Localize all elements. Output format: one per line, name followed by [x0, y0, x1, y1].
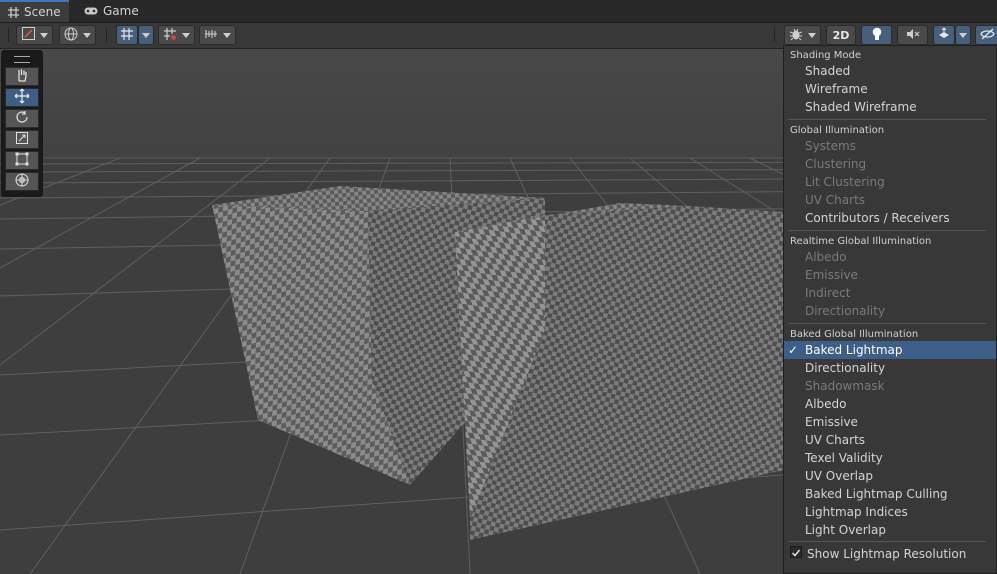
scale-icon	[15, 131, 29, 148]
tool-palette	[1, 50, 43, 197]
snap-increment-icon	[163, 27, 177, 44]
chevron-down-icon	[959, 32, 967, 38]
debug-bug-icon	[789, 27, 803, 44]
toolbar-separator	[774, 28, 775, 42]
menu-item-shadowmask: Shadowmask	[805, 379, 885, 393]
chevron-down-icon	[142, 32, 150, 38]
menu-separator	[788, 323, 986, 324]
menu-item-baked-directionality[interactable]: Directionality	[784, 359, 996, 377]
scene-visibility-toggle[interactable]	[975, 25, 997, 45]
menu-item-baked-albedo[interactable]: Albedo	[784, 395, 996, 413]
rect-transform-icon	[15, 152, 29, 169]
menu-item-baked-lightmap[interactable]: ✓ Baked Lightmap	[784, 341, 996, 359]
checkmark-icon: ✓	[788, 343, 799, 357]
menu-item-shaded-wireframe[interactable]: Shaded Wireframe	[784, 98, 996, 116]
chevron-down-icon	[39, 32, 48, 38]
gamepad-icon	[84, 6, 98, 16]
menu-item-realtime-emissive: Emissive	[805, 268, 858, 282]
menu-item-contributors-receivers[interactable]: Contributors / Receivers	[784, 209, 996, 227]
scene-lighting-toggle[interactable]	[861, 25, 892, 45]
grid-snapping-button[interactable]	[116, 25, 138, 45]
toggle-2d-button[interactable]: 2D	[826, 25, 856, 45]
snap-grid-icon	[120, 27, 134, 44]
chevron-down-icon	[808, 32, 816, 38]
menu-item-lightmap-indices[interactable]: Lightmap Indices	[784, 503, 996, 521]
tab-scene[interactable]: Scene	[0, 0, 69, 22]
menu-item-uv-overlap[interactable]: UV Overlap	[784, 467, 996, 485]
ruler-icon	[204, 28, 218, 43]
chevron-down-icon	[223, 32, 231, 38]
effects-dropdown[interactable]	[955, 25, 971, 45]
lightbulb-icon	[871, 27, 883, 44]
draw-mode-icon	[21, 27, 35, 43]
rotate-icon	[15, 110, 29, 127]
menu-item-wireframe[interactable]: Wireframe	[784, 80, 996, 98]
effects-icon	[937, 26, 951, 44]
chevron-down-icon	[83, 32, 91, 38]
hand-icon	[15, 68, 29, 85]
toolbar-separator	[8, 28, 9, 42]
menu-item-baked-emissive[interactable]: Emissive	[784, 413, 996, 431]
menu-item-baked-lightmap-culling[interactable]: Baked Lightmap Culling	[784, 485, 996, 503]
menu-item-realtime-directionality: Directionality	[805, 304, 886, 318]
menu-item-texel-validity[interactable]: Texel Validity	[784, 449, 996, 467]
menu-item-baked-uv-charts[interactable]: UV Charts	[784, 431, 996, 449]
drag-handle[interactable]	[14, 56, 30, 63]
tab-bar: Scene Game	[0, 0, 997, 23]
menu-separator	[788, 541, 986, 542]
speaker-muted-icon	[906, 28, 920, 43]
menu-item-clustering: Clustering	[805, 157, 867, 171]
rotate-tool-button[interactable]	[5, 109, 39, 128]
section-header-baked-gi: Baked Global Illumination	[790, 329, 919, 340]
draw-mode-dropdown[interactable]	[16, 25, 53, 45]
move-tool-button[interactable]	[5, 88, 39, 107]
section-header-shading-mode: Shading Mode	[790, 50, 862, 61]
effects-toggle[interactable]	[933, 25, 955, 45]
transform-icon	[14, 172, 30, 191]
rect-tool-button[interactable]	[5, 151, 39, 170]
menu-item-realtime-albedo: Albedo	[805, 250, 847, 264]
audio-toggle[interactable]	[897, 25, 928, 45]
move-arrows-icon	[14, 88, 30, 107]
menu-item-realtime-indirect: Indirect	[805, 286, 851, 300]
menu-item-lit-clustering: Lit Clustering	[805, 175, 885, 189]
section-header-global-illumination: Global Illumination	[790, 125, 885, 136]
toggle-2d-label: 2D	[832, 28, 850, 42]
menu-item-uv-charts-gi: UV Charts	[805, 193, 866, 207]
hand-tool-button[interactable]	[5, 67, 39, 86]
menu-item-shaded[interactable]: Shaded	[784, 62, 996, 80]
globe-icon	[64, 27, 78, 44]
toolbar-separator	[106, 28, 107, 42]
render-mode-dropdown[interactable]	[59, 25, 96, 45]
ruler-dropdown[interactable]	[199, 25, 236, 45]
scale-tool-button[interactable]	[5, 130, 39, 149]
show-lightmap-resolution-label[interactable]: Show Lightmap Resolution	[784, 545, 996, 563]
eye-hidden-icon	[979, 28, 995, 43]
transform-tool-button[interactable]	[5, 172, 39, 191]
tab-scene-label: Scene	[24, 5, 61, 19]
tab-game[interactable]: Game	[76, 0, 147, 22]
menu-item-systems: Systems	[805, 139, 856, 153]
grid-snapping-dropdown[interactable]	[138, 25, 154, 45]
debug-draw-mode-dropdown[interactable]	[784, 25, 821, 45]
tab-game-label: Game	[103, 4, 139, 18]
chevron-down-icon	[182, 32, 190, 38]
menu-separator	[788, 230, 986, 231]
grid-icon	[8, 6, 19, 18]
section-header-realtime-gi: Realtime Global Illumination	[790, 236, 932, 247]
debug-draw-mode-menu: Shading Mode Shaded Wireframe Shaded Wir…	[783, 45, 997, 574]
menu-separator	[788, 119, 986, 120]
increment-snap-dropdown[interactable]	[158, 25, 195, 45]
menu-item-light-overlap[interactable]: Light Overlap	[784, 521, 996, 539]
